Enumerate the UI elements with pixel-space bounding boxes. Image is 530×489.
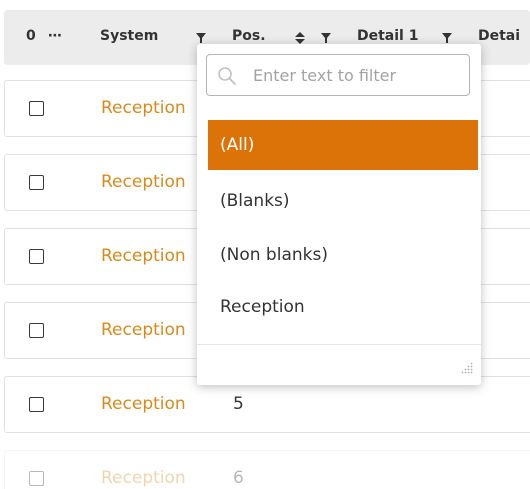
system-cell[interactable]: Reception xyxy=(101,98,186,118)
column-header-detail-2[interactable]: Detai xyxy=(478,28,520,44)
row-checkbox[interactable] xyxy=(29,397,44,412)
system-cell[interactable]: Reception xyxy=(101,172,186,192)
system-cell[interactable]: Reception xyxy=(101,394,186,414)
search-icon xyxy=(217,66,237,86)
row-checkbox[interactable] xyxy=(29,323,44,338)
filter-option-all[interactable]: (All) xyxy=(208,120,478,170)
row-checkbox[interactable] xyxy=(29,249,44,264)
system-cell[interactable]: Reception xyxy=(101,320,186,340)
pos-cell: 5 xyxy=(233,394,244,414)
filter-option-blanks[interactable]: (Blanks) xyxy=(208,176,478,226)
row-checkbox[interactable] xyxy=(29,175,44,190)
filter-icon[interactable] xyxy=(321,32,331,44)
column-header-pos[interactable]: Pos. xyxy=(232,28,266,44)
sort-icon[interactable] xyxy=(294,32,306,44)
filter-search-input[interactable] xyxy=(253,61,463,89)
system-cell[interactable]: Reception xyxy=(101,468,186,488)
filter-option-reception[interactable]: Reception xyxy=(208,282,478,332)
system-cell[interactable]: Reception xyxy=(101,246,186,266)
column-header-system[interactable]: System xyxy=(100,28,158,44)
filter-option-non-blanks[interactable]: (Non blanks) xyxy=(208,230,478,280)
filter-search-box[interactable] xyxy=(206,54,470,96)
column-header-detail-1[interactable]: Detail 1 xyxy=(357,28,418,44)
filter-dropdown: (All) (Blanks) (Non blanks) Reception xyxy=(197,44,481,385)
filter-icon[interactable] xyxy=(442,32,452,44)
popup-divider xyxy=(197,344,481,345)
resize-grip-icon[interactable] xyxy=(461,359,473,374)
pos-cell: 6 xyxy=(233,468,244,488)
more-icon[interactable]: ⋯ xyxy=(48,28,63,44)
selected-count: 0 xyxy=(26,28,36,44)
filter-icon[interactable] xyxy=(196,32,206,44)
table-row[interactable]: Reception 6 xyxy=(4,450,530,489)
row-checkbox[interactable] xyxy=(29,471,44,486)
row-checkbox[interactable] xyxy=(29,101,44,116)
